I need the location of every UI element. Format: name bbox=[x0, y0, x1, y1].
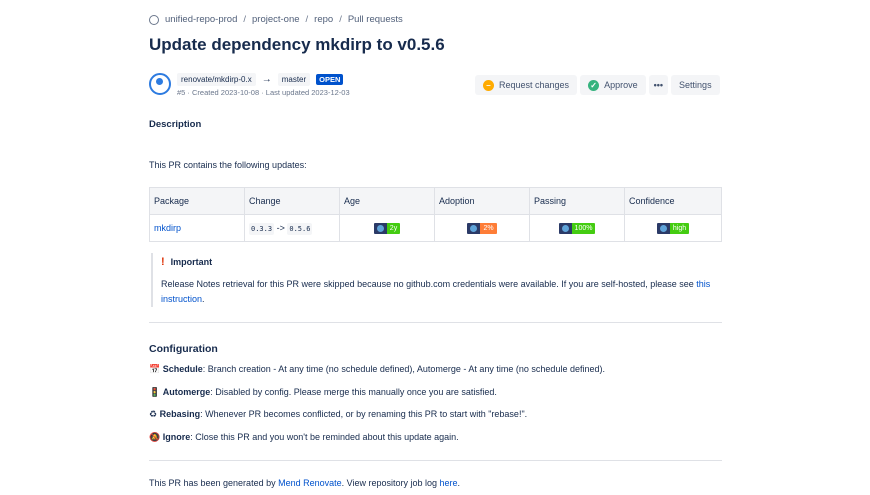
config-rebasing: ♻ Rebasing: Whenever PR becomes conflict… bbox=[149, 409, 527, 420]
status-badge: OPEN bbox=[316, 74, 344, 85]
avatar bbox=[149, 73, 171, 95]
check-circle-icon: ✓ bbox=[588, 79, 600, 91]
change-cell: 0.3.3 -> 0.5.6 bbox=[244, 214, 340, 242]
description-heading: Description bbox=[149, 119, 202, 130]
to-version: 0.5.6 bbox=[287, 223, 313, 235]
header-adoption: Adoption bbox=[434, 187, 530, 215]
config-label: Ignore bbox=[162, 432, 191, 442]
config-text: : Branch creation - At any time (no sche… bbox=[202, 364, 605, 374]
settings-button[interactable]: Settings bbox=[671, 75, 720, 95]
separator: / bbox=[339, 14, 342, 25]
important-end: . bbox=[202, 294, 205, 304]
header-passing: Passing bbox=[529, 187, 625, 215]
separator: / bbox=[305, 14, 309, 25]
header-age: Age bbox=[339, 187, 435, 215]
passing-badge[interactable]: 100% bbox=[558, 222, 596, 234]
config-text: : Whenever PR becomes conflicted, or by … bbox=[200, 409, 528, 419]
divider bbox=[149, 322, 722, 323]
pr-actions: – Request changes ✓ Approve ••• Settings bbox=[475, 75, 720, 95]
approve-button[interactable]: ✓ Approve bbox=[580, 75, 646, 95]
muted-bell-icon: 🔕 bbox=[149, 432, 161, 442]
config-schedule: 📅 Schedule: Branch creation - At any tim… bbox=[149, 364, 605, 375]
separator: / bbox=[243, 14, 246, 25]
calendar-icon: 📅 bbox=[149, 364, 161, 374]
confidence-value: high bbox=[669, 222, 690, 234]
config-label: Automerge bbox=[162, 387, 211, 397]
page-title: Update dependency mkdirp to v0.5.6 bbox=[149, 35, 445, 54]
age-value: 2y bbox=[386, 222, 401, 234]
important-title: Important bbox=[170, 257, 213, 267]
configuration-heading: Configuration bbox=[149, 343, 218, 355]
source-branch[interactable]: renovate/mkdirp-0.x bbox=[177, 73, 256, 86]
footer-pre: This PR has been generated by bbox=[149, 478, 279, 488]
package-link[interactable]: mkdirp bbox=[154, 223, 181, 233]
breadcrumb-project[interactable]: unified-repo-prod bbox=[165, 14, 237, 25]
divider bbox=[149, 460, 722, 461]
table-row: mkdirp 0.3.3 -> 0.5.6 2y 2% 100% high bbox=[149, 214, 722, 242]
branch-info: renovate/mkdirp-0.x → master OPEN bbox=[177, 73, 344, 86]
breadcrumb-repo-group[interactable]: project-one bbox=[252, 14, 300, 25]
approve-label: Approve bbox=[604, 80, 638, 90]
adoption-value: 2% bbox=[480, 222, 497, 234]
job-log-link[interactable]: here bbox=[440, 478, 458, 488]
target-branch[interactable]: master bbox=[277, 73, 311, 86]
important-callout: ! Important Release Notes retrieval for t… bbox=[151, 253, 722, 307]
footer-text: This PR has been generated by Mend Renov… bbox=[149, 478, 460, 488]
header-change: Change bbox=[244, 187, 340, 215]
breadcrumb: unified-repo-prod / project-one / repo / Pu… bbox=[149, 14, 403, 25]
config-text: : Disabled by config. Please merge this … bbox=[210, 387, 497, 397]
config-text: : Close this PR and you won't be reminde… bbox=[190, 432, 459, 442]
from-version: 0.3.3 bbox=[249, 223, 275, 235]
config-automerge: 🚦 Automerge: Disabled by config. Please … bbox=[149, 387, 497, 398]
config-label: Rebasing bbox=[159, 409, 201, 419]
request-changes-label: Request changes bbox=[499, 80, 570, 90]
adoption-badge[interactable]: 2% bbox=[467, 222, 497, 234]
footer-end: . bbox=[457, 478, 461, 488]
exclamation-icon: ! bbox=[161, 256, 165, 268]
updates-table: Package Change Age Adoption Passing Conf… bbox=[149, 187, 722, 242]
config-label: Schedule bbox=[162, 364, 203, 374]
breadcrumb-repo[interactable]: repo bbox=[314, 14, 333, 25]
table-header-row: Package Change Age Adoption Passing Conf… bbox=[149, 187, 722, 215]
age-badge[interactable]: 2y bbox=[373, 222, 401, 234]
more-actions-button[interactable]: ••• bbox=[648, 75, 669, 95]
config-ignore: 🔕 Ignore: Close this PR and you won't be… bbox=[149, 432, 459, 443]
mend-renovate-link[interactable]: Mend Renovate bbox=[278, 478, 342, 488]
description-intro: This PR contains the following updates: bbox=[149, 160, 307, 170]
footer-mid: . View repository job log bbox=[341, 478, 440, 488]
traffic-light-icon: 🚦 bbox=[149, 387, 161, 397]
header-confidence: Confidence bbox=[624, 187, 722, 215]
important-text: Release Notes retrieval for this PR were… bbox=[161, 279, 697, 289]
change-arrow: -> bbox=[276, 223, 285, 233]
confidence-badge[interactable]: high bbox=[656, 222, 690, 234]
header-package: Package bbox=[149, 187, 245, 215]
request-changes-button[interactable]: – Request changes bbox=[475, 75, 578, 95]
repo-icon bbox=[149, 14, 159, 25]
recycle-icon: ♻ bbox=[149, 409, 158, 419]
pr-meta: #5 · Created 2023-10-08 · Last updated 2… bbox=[177, 88, 350, 97]
minus-circle-icon: – bbox=[483, 79, 494, 91]
arrow-right-icon: → bbox=[261, 74, 272, 85]
breadcrumb-pull-requests[interactable]: Pull requests bbox=[348, 14, 403, 25]
passing-value: 100% bbox=[571, 222, 596, 234]
